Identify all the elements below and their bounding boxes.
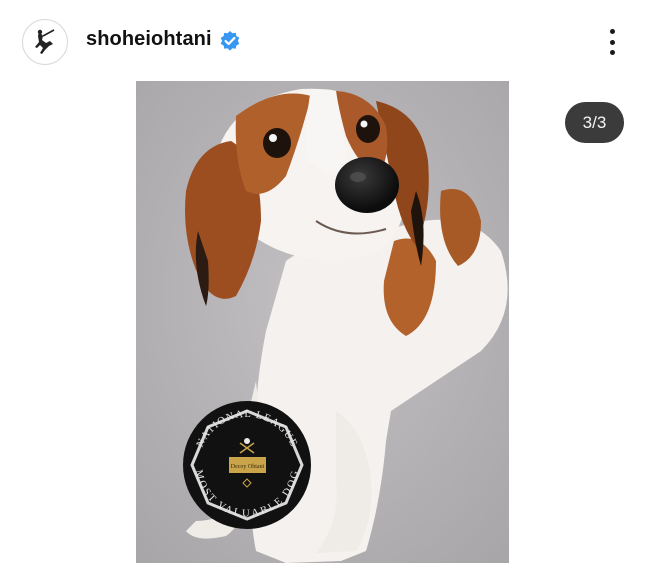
more-options-button[interactable] [598, 26, 626, 58]
carousel-counter: 3/3 [565, 102, 624, 143]
post-photo[interactable]: NATIONAL LEAGUE MOST VALUABLE DOG Decoy … [136, 81, 509, 563]
badge-plaque-text: Decoy Ohtani [231, 464, 265, 470]
dog-photo-illustration: NATIONAL LEAGUE MOST VALUABLE DOG Decoy … [136, 81, 509, 563]
verified-badge-icon [220, 31, 240, 51]
more-vertical-icon [609, 29, 615, 34]
post-header: shoheiohtani [0, 0, 645, 82]
username-label[interactable]: shoheiohtani [86, 28, 212, 51]
mvp-badge: NATIONAL LEAGUE MOST VALUABLE DOG Decoy … [183, 401, 311, 529]
batter-silhouette-icon [35, 29, 55, 54]
profile-avatar[interactable] [22, 19, 68, 65]
